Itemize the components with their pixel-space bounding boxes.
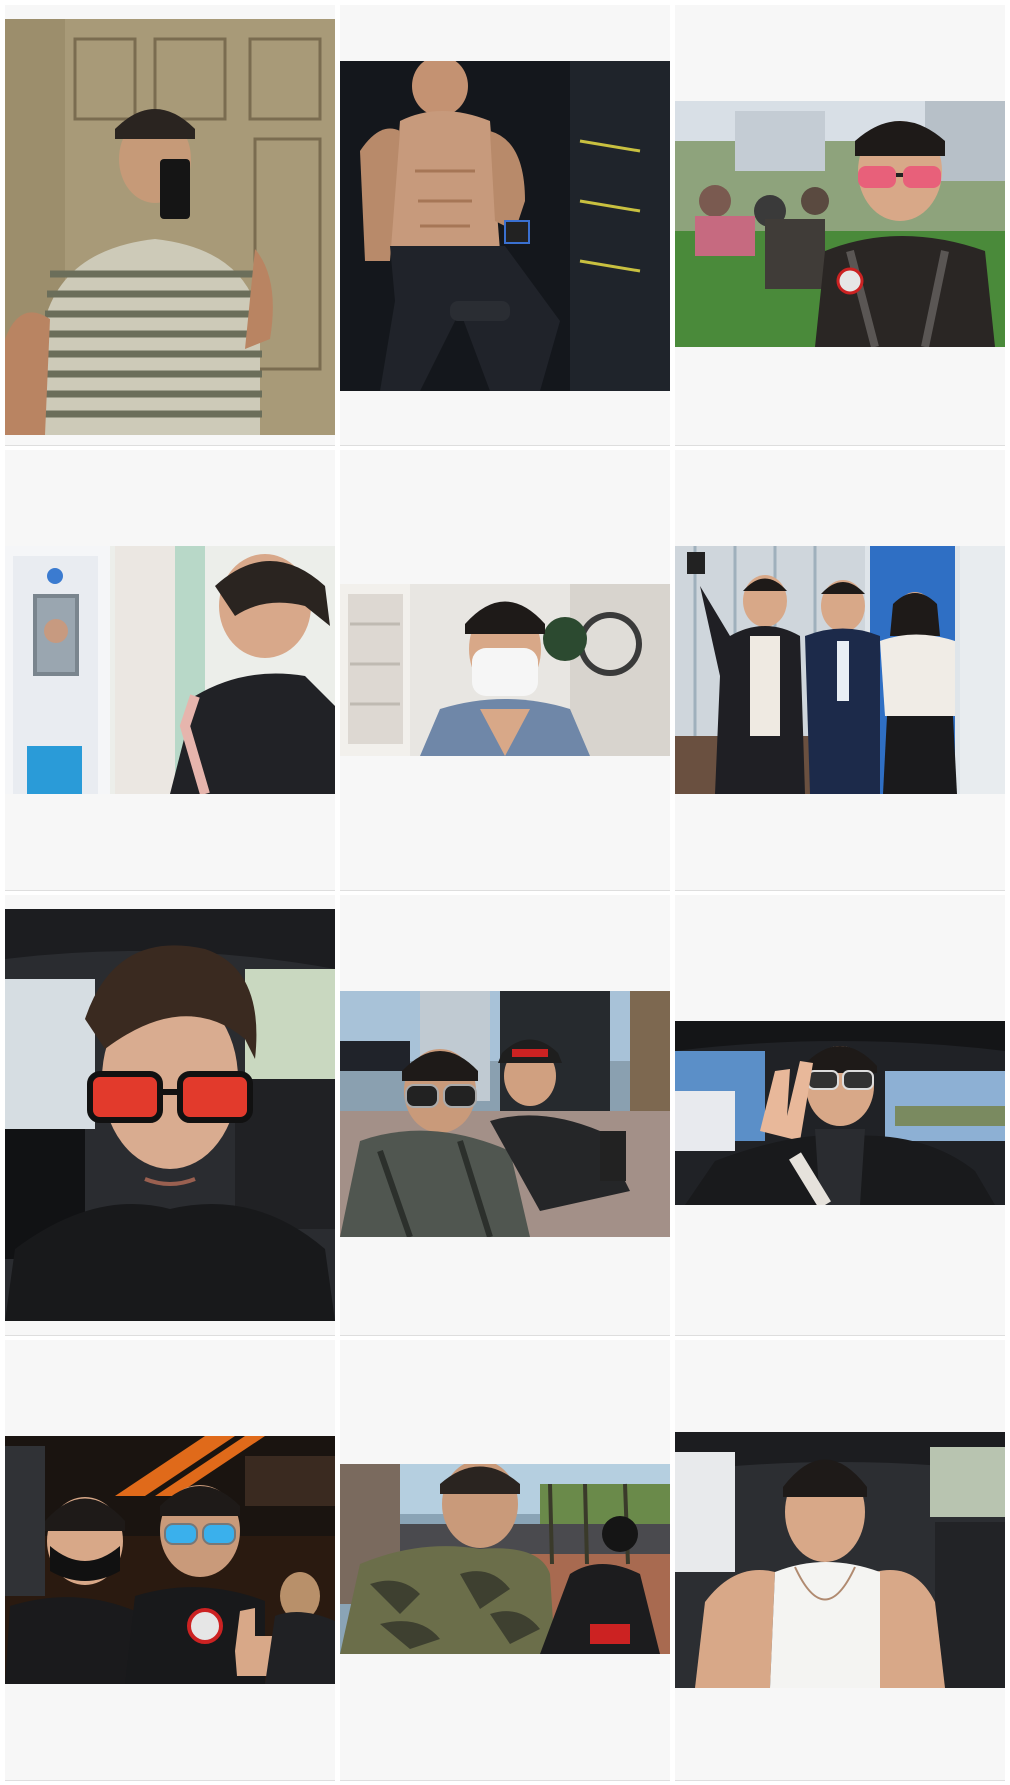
post-photo (5, 1436, 335, 1684)
post-photo (675, 1021, 1005, 1205)
grid-post-5[interactable] (340, 450, 670, 891)
post-photo (5, 19, 335, 435)
grid-post-2[interactable] (340, 5, 670, 446)
grid-post-1[interactable] (5, 5, 335, 446)
post-photo (675, 101, 1005, 347)
photo-grid (0, 0, 1010, 1785)
grid-post-4[interactable] (5, 450, 335, 891)
grid-post-8[interactable] (340, 895, 670, 1336)
grid-post-3[interactable] (675, 5, 1005, 446)
post-photo (5, 546, 335, 794)
post-photo (5, 909, 335, 1321)
grid-post-7[interactable] (5, 895, 335, 1336)
post-photo (340, 61, 670, 391)
post-photo (340, 1464, 670, 1654)
grid-post-10[interactable] (5, 1340, 335, 1781)
grid-post-11[interactable] (340, 1340, 670, 1781)
post-photo (675, 1432, 1005, 1688)
post-photo (340, 584, 670, 756)
grid-post-9[interactable] (675, 895, 1005, 1336)
post-photo (675, 546, 1005, 794)
grid-post-12[interactable] (675, 1340, 1005, 1781)
grid-post-6[interactable] (675, 450, 1005, 891)
post-photo (340, 991, 670, 1237)
